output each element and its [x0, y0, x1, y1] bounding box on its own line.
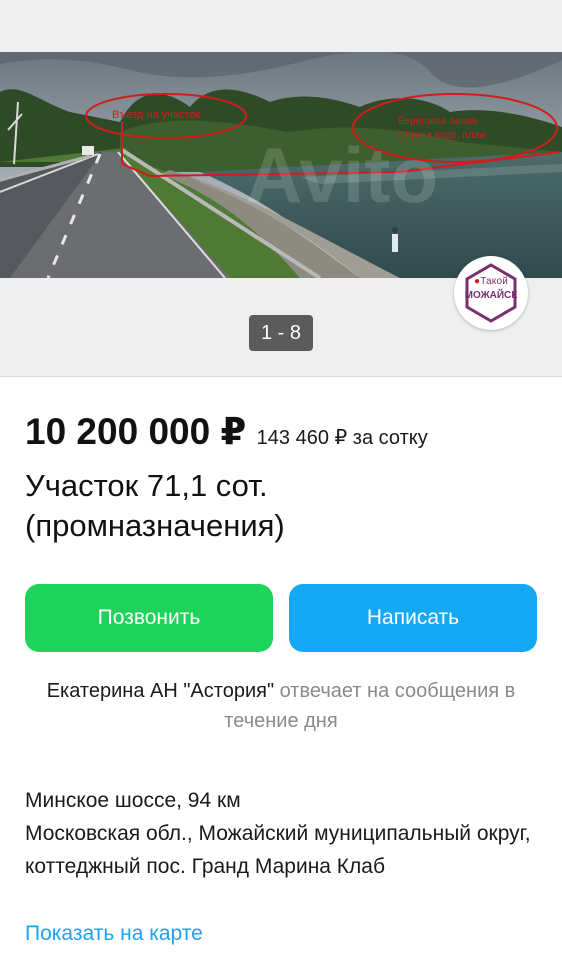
avito-watermark: Avito — [246, 131, 438, 219]
price-block: 10 200 000 ₽ 143 460 ₽ за сотку — [25, 410, 428, 453]
badge-caption-big: МОЖАЙСК — [464, 290, 518, 301]
photo-gallery[interactable]: Въезд на участок Береговая линия Спуск к… — [0, 0, 562, 377]
address-block: Минское шоссе, 94 км Московская обл., Мо… — [25, 784, 545, 883]
listing-title: Участок 71,1 сот. (промназначения) — [25, 468, 285, 543]
seller-info: Екатерина АН "Астория" отвечает на сообщ… — [40, 676, 522, 736]
show-on-map-link[interactable]: Показать на карте — [25, 922, 203, 946]
moz-logo-badge: ●Такой МОЖАЙСК — [454, 256, 528, 330]
address-locality: Московская обл., Можайский муниципальный… — [25, 822, 531, 878]
call-button[interactable]: Позвонить — [25, 584, 273, 652]
seller-name[interactable]: Екатерина АН "Астория" — [47, 680, 274, 702]
annotation-shoreline: Береговая линия — [398, 116, 477, 127]
price-per-unit: 143 460 ₽ за сотку — [256, 427, 428, 449]
badge-caption-small: ●Такой — [473, 276, 509, 287]
price: 10 200 000 ₽ — [25, 411, 247, 452]
address-highway: Минское шоссе, 94 км — [25, 789, 241, 812]
listing-photo[interactable]: Въезд на участок Береговая линия Спуск к… — [0, 52, 562, 278]
photo-counter: 1 - 8 — [249, 315, 313, 351]
annotation-entrance: Въезд на участок — [112, 109, 200, 121]
write-button[interactable]: Написать — [289, 584, 537, 652]
